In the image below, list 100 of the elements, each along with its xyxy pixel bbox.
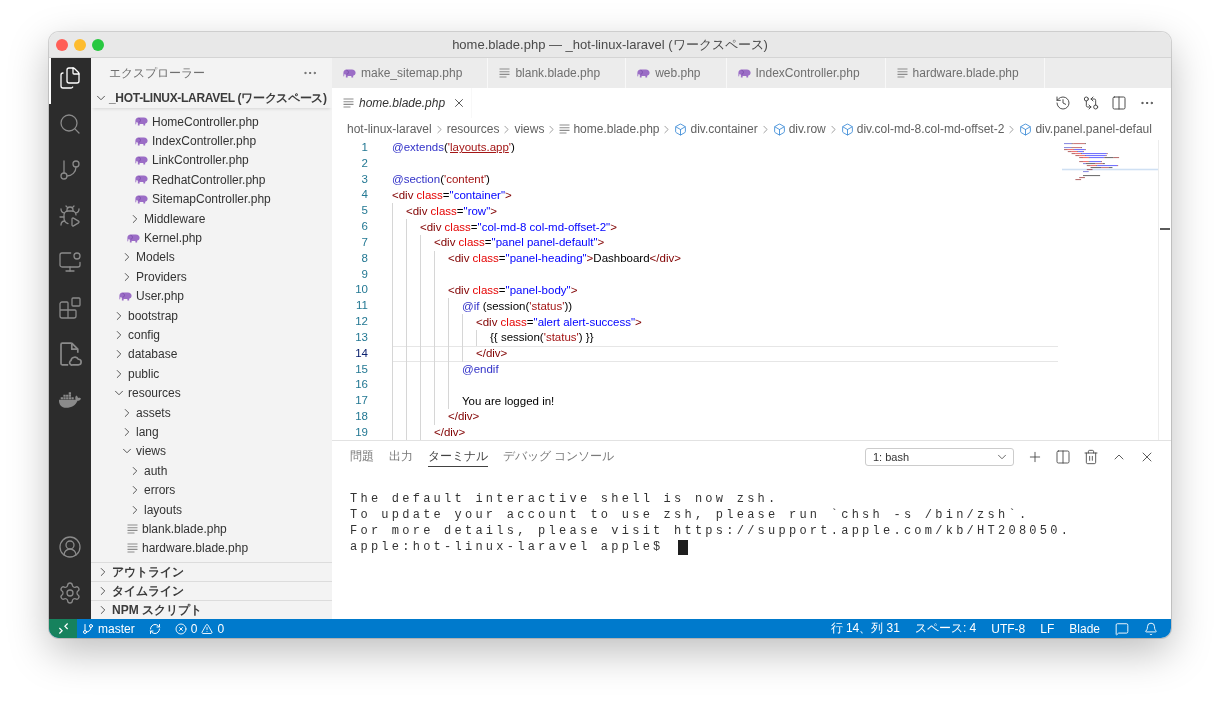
line-number: 6	[360, 219, 368, 235]
section-header[interactable]: タイムライン	[91, 581, 332, 600]
split-icon[interactable]	[1055, 449, 1071, 465]
panel-tab[interactable]: 出力	[389, 446, 413, 467]
terminal-select[interactable]: 1: bash	[865, 448, 1014, 466]
git-branch-icon	[82, 622, 94, 635]
code-line: <div class="col-md-8 col-md-offset-2">	[420, 220, 617, 234]
folder-item[interactable]: lang	[120, 422, 159, 442]
line-number: 15	[354, 361, 368, 377]
folder-item[interactable]: config	[112, 325, 161, 345]
status-bar-item[interactable]: Blade	[1062, 619, 1107, 638]
workspace-header[interactable]: _HOT-LINUX-LARAVEL (ワークスペース)	[91, 88, 332, 108]
line-number: 14	[354, 345, 368, 361]
elephant-icon	[343, 68, 356, 78]
folder-item[interactable]: resources	[112, 383, 181, 403]
file-item[interactable]: LinkController.php	[135, 150, 249, 170]
sync-icon	[148, 622, 161, 635]
terminal-line: To update your account to use zsh, please run `chsh -s /bin/zsh`.	[350, 507, 1031, 523]
line-number: 3	[360, 171, 368, 187]
terminal-line: The default interactive shell is now zsh.	[350, 491, 780, 507]
file-item[interactable]: SitemapController.php	[135, 189, 271, 209]
breadcrumb-item[interactable]: div.panel.panel-defaul	[1019, 122, 1152, 136]
line-number: 19	[354, 424, 368, 440]
panel-tab[interactable]: 問題	[350, 446, 374, 467]
code-line: <div class="panel-body">	[448, 283, 578, 297]
status-bar-item[interactable]: LF	[1033, 619, 1062, 638]
window-title: home.blade.php — _hot-linux-laravel (ワークスペース)	[452, 35, 768, 54]
code-line: <div class="container">	[392, 188, 512, 202]
elephant-icon	[119, 291, 132, 301]
elephant-icon	[135, 175, 148, 185]
line-number: 13	[354, 329, 368, 345]
ruler-marker-icon	[1160, 228, 1170, 230]
code-line: @if (session('status'))	[462, 299, 573, 313]
folder-item[interactable]: Models	[120, 247, 175, 267]
breadcrumb-item[interactable]: div.row	[772, 122, 826, 136]
file-item[interactable]: hardware.blade.php	[127, 538, 249, 558]
file-lines-icon	[896, 68, 908, 78]
breadcrumb-item[interactable]: div.container	[674, 122, 758, 136]
account-icon[interactable]	[58, 535, 82, 559]
folder-item[interactable]: auth	[128, 461, 168, 481]
file-item[interactable]: User.php	[119, 286, 185, 306]
line-number: 5	[360, 203, 368, 219]
line-number: 2	[360, 155, 368, 171]
folder-item[interactable]: Middleware	[128, 209, 206, 229]
breadcrumb-item[interactable]: home.blade.php	[559, 122, 660, 136]
file-item[interactable]: blank.blade.php	[127, 519, 227, 539]
file-item[interactable]: HomeController.php	[135, 112, 259, 132]
window-close-button[interactable]	[56, 38, 68, 51]
problems-button[interactable]: 0 0	[169, 619, 230, 638]
line-number: 1	[360, 140, 368, 155]
line-number: 8	[360, 250, 368, 266]
folder-item[interactable]: views	[120, 441, 166, 461]
file-item[interactable]: Kernel.php	[127, 228, 203, 248]
code-line: @extends('layouts.app')	[392, 141, 515, 155]
folder-item[interactable]: assets	[120, 403, 171, 423]
branch-button[interactable]: master	[77, 619, 140, 638]
section-header[interactable]: アウトライン	[91, 562, 332, 581]
code-line: </div>	[434, 426, 466, 440]
terminal-line: For more details, please visit https://support.apple.com/kb/HT208050.	[350, 523, 1073, 539]
breadcrumb-item[interactable]: div.col-md-8.col-md-offset-2	[840, 122, 1005, 136]
status-bar-item[interactable]: スペース: 4	[907, 619, 984, 638]
folder-item[interactable]: bootstrap	[112, 306, 179, 326]
panel-tab[interactable]: ターミナル	[428, 446, 488, 467]
folder-item[interactable]: database	[112, 344, 178, 364]
line-number: 16	[354, 377, 368, 393]
file-lines-icon	[559, 124, 571, 134]
line-number: 18	[354, 409, 368, 425]
file-item[interactable]: RedhatController.php	[135, 170, 266, 190]
folder-item[interactable]: Providers	[120, 267, 187, 287]
trash-icon[interactable]	[1083, 449, 1099, 465]
bell-icon[interactable]	[1144, 621, 1158, 636]
breadcrumb-item[interactable]: resources	[446, 122, 500, 136]
settings-icon[interactable]	[58, 581, 82, 605]
compare-icon[interactable]	[1083, 95, 1099, 111]
plus-icon[interactable]	[1027, 449, 1043, 465]
code-line: @section('content')	[392, 173, 490, 187]
breadcrumb-item[interactable]: views	[514, 122, 545, 136]
bug-play-icon	[58, 204, 82, 228]
elephant-icon	[135, 136, 148, 146]
folder-item[interactable]: errors	[128, 480, 176, 500]
panel-tab[interactable]: デバッグ コンソール	[503, 446, 615, 467]
cube-icon	[674, 122, 688, 136]
file-item[interactable]: IndexController.php	[135, 131, 257, 151]
status-bar-item[interactable]: UTF-8	[984, 619, 1033, 638]
speech-bubble-icon[interactable]	[1115, 621, 1129, 636]
file-lines-icon	[343, 98, 354, 108]
monitor-icon	[58, 250, 82, 274]
code-line: <div class="panel-heading">Dashboard</div>	[448, 252, 681, 266]
angle-brackets-icon	[57, 623, 69, 634]
folder-item[interactable]: public	[112, 364, 160, 384]
split-icon[interactable]	[1111, 95, 1127, 111]
code-line: {{ session('status') }}	[490, 331, 594, 345]
status-bar-item[interactable]: 行 14、列 31	[823, 619, 907, 638]
folder-item[interactable]: layouts	[128, 500, 183, 519]
elephant-icon	[127, 233, 140, 243]
whale-icon	[59, 389, 81, 411]
error-icon	[174, 622, 187, 635]
breadcrumb-item[interactable]: hot-linux-laravel	[347, 122, 432, 136]
remote-button[interactable]	[49, 619, 77, 638]
history-icon[interactable]	[1055, 95, 1071, 111]
